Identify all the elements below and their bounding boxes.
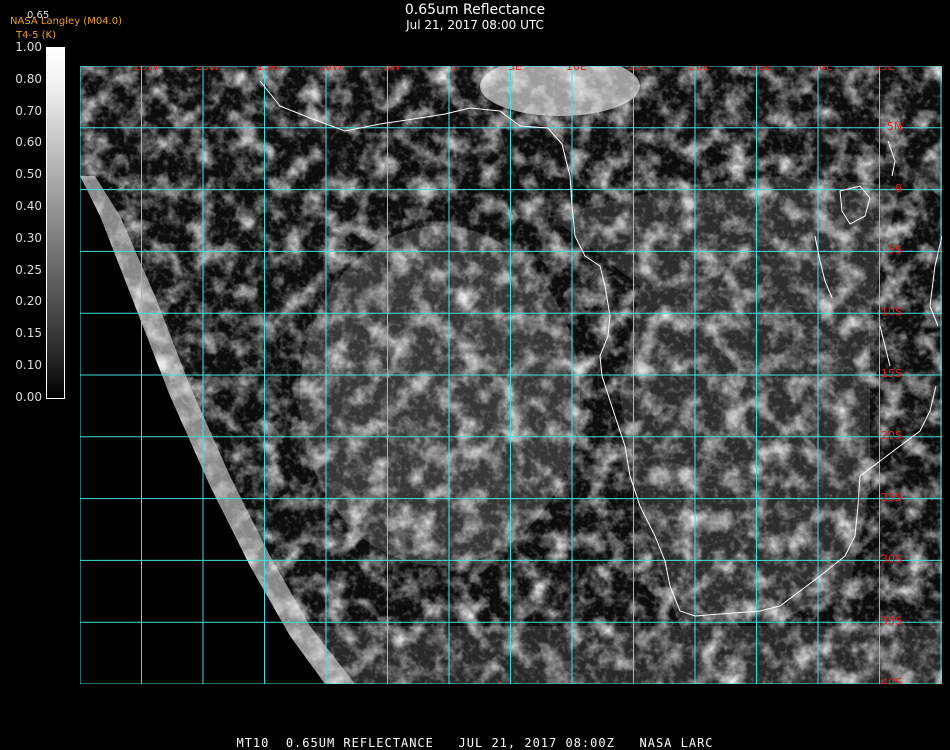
colorbar-tick-label: 0.70	[15, 103, 42, 118]
image-timestamp: Jul 21, 2017 08:00 UTC	[406, 18, 544, 32]
colorbar-tick-label: 0.40	[15, 199, 42, 213]
latitude-label: 5S	[888, 244, 902, 257]
colorbar	[46, 47, 65, 399]
longitude-label: 20W	[195, 66, 220, 73]
latitude-label: 15S	[881, 367, 902, 380]
longitude-label: 30E	[812, 66, 833, 73]
colorbar-tick-label: 0.20	[15, 294, 42, 309]
satellite-map: 25W 20W 15W 10W 5W 0 5E 10E 15E 20E 25E 30E 35E 5N 0 5…	[80, 66, 942, 684]
latitude-label: 25S	[881, 491, 902, 504]
colorbar-tick-label: 0.25	[15, 262, 42, 277]
longitude-label: 35E	[874, 66, 895, 73]
longitude-label: 5W	[383, 66, 401, 73]
longitude-label: 10W	[318, 66, 343, 73]
latitude-label: 0	[895, 182, 902, 195]
longitude-label: 20E	[689, 66, 710, 73]
longitude-label: 0	[450, 66, 457, 73]
longitude-label: 15W	[257, 66, 282, 73]
map-canvas: 25W 20W 15W 10W 5W 0 5E 10E 15E 20E 25E 30E 35E 5N 0 5…	[80, 66, 942, 684]
latitude-label: 10S	[881, 305, 902, 318]
longitude-label: 10E	[566, 66, 587, 73]
colorbar-tick-label: 0.50	[15, 167, 42, 182]
latitude-label: 20S	[881, 429, 902, 442]
colorbar-tick-label: 0.15	[15, 326, 42, 341]
colorbar-tick-label: 0.30	[15, 230, 42, 245]
latitude-label: 35S	[881, 614, 902, 627]
latitude-label: 5N	[887, 120, 902, 133]
colorbar-tick-label: 0.10	[15, 358, 42, 372]
footer-caption: MT10 0.65UM REFLECTANCE JUL 21, 2017 08:…	[236, 736, 714, 750]
colorbar-tick-label: 1.00	[15, 40, 42, 54]
colorbar-tick-label: 0.80	[15, 71, 42, 86]
longitude-label: 15E	[628, 66, 649, 73]
longitude-label: 25E	[751, 66, 772, 73]
longitude-label: 25W	[134, 66, 159, 73]
latitude-label: 40S	[881, 676, 902, 684]
channel-label: 0.65	[27, 10, 50, 21]
longitude-label: 5E	[508, 66, 522, 73]
colorbar-tick-label: 0.60	[15, 135, 42, 150]
image-title: 0.65um Reflectance	[404, 2, 546, 18]
latitude-label: 30S	[881, 553, 902, 566]
colorbar-tick-label: 0.00	[15, 389, 42, 404]
